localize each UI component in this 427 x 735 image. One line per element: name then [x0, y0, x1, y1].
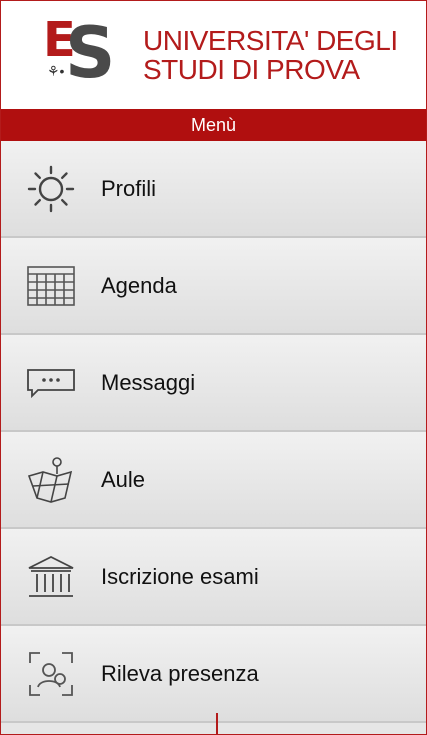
menu-item-iscrizione-esami[interactable]: Iscrizione esami	[1, 529, 426, 626]
menu-title-bar: Menù	[1, 109, 426, 141]
logo-letter-s: S	[65, 12, 116, 94]
menu-item-label: Aule	[101, 466, 146, 492]
menu-item-aule[interactable]: Aule	[1, 432, 426, 529]
menu-item-label: Profili	[101, 175, 157, 201]
institution-icon	[23, 549, 79, 605]
app-window: E S ⚘• UNIVERSITA' DEGLI STUDI DI PROVA …	[0, 0, 427, 735]
logo-signet-icon: ⚘•	[47, 63, 65, 79]
menu-item-label: Messaggi	[101, 369, 196, 395]
menu-item-messaggi[interactable]: Messaggi	[1, 335, 426, 432]
header: E S ⚘• UNIVERSITA' DEGLI STUDI DI PROVA	[1, 1, 426, 109]
menu-item-label: Rileva presenza	[101, 660, 259, 686]
menu-item-agenda[interactable]: Agenda	[1, 238, 426, 335]
menu-item-rileva-presenza[interactable]: Rileva presenza	[1, 626, 426, 723]
scan-person-icon	[23, 646, 79, 702]
university-name: UNIVERSITA' DEGLI STUDI DI PROVA	[143, 26, 398, 84]
university-name-line2: STUDI DI PROVA	[143, 54, 360, 85]
chat-bubble-icon	[23, 355, 79, 411]
calendar-icon	[23, 258, 79, 314]
menu-item-label: Agenda	[101, 272, 177, 298]
menu-item-label: Iscrizione esami	[101, 563, 259, 589]
university-logo: E S ⚘•	[43, 12, 129, 94]
university-name-line1: UNIVERSITA' DEGLI	[143, 25, 398, 56]
menu-item-profili[interactable]: Profili	[1, 141, 426, 238]
menu-title: Menù	[190, 114, 237, 135]
gear-icon	[23, 161, 79, 217]
map-pin-icon	[23, 452, 79, 508]
scroll-indicator	[216, 713, 218, 734]
